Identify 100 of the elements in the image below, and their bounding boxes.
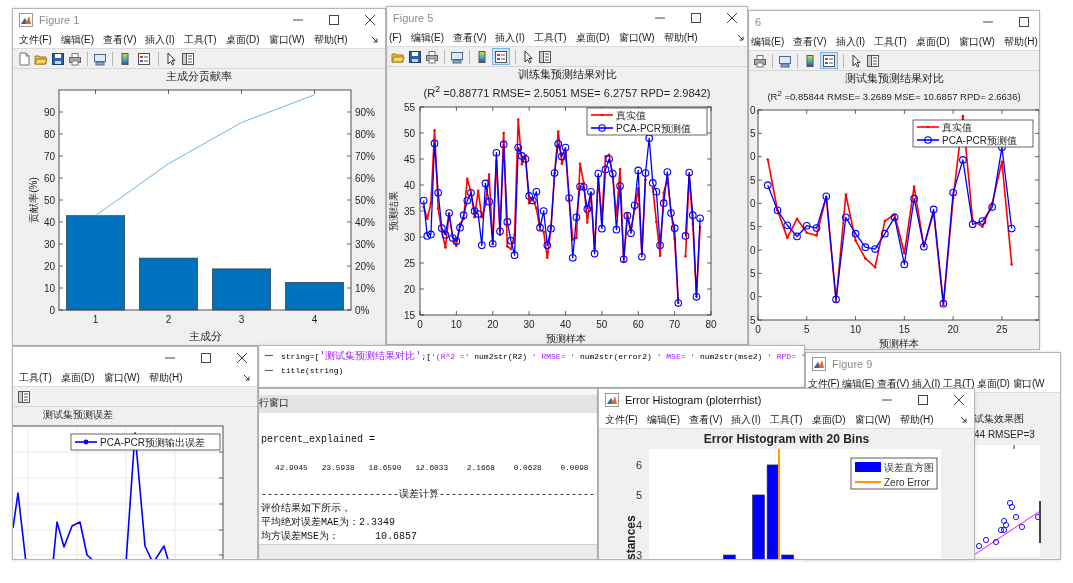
menu-item[interactable]: 文件(F) bbox=[19, 32, 52, 47]
axis-label: 主成分 bbox=[188, 330, 222, 342]
plot-title: Error Histogram with 20 Bins bbox=[702, 431, 871, 448]
axis-label: stances bbox=[624, 515, 638, 559]
tick-label: 80 bbox=[43, 128, 55, 140]
tick-label: 5 bbox=[750, 128, 756, 139]
menu-item[interactable]: (F) bbox=[389, 32, 402, 43]
menu-item[interactable]: 窗口(W) bbox=[618, 30, 655, 45]
tick-label: 30 bbox=[403, 231, 415, 243]
tick-label: 60 bbox=[632, 318, 644, 330]
menu-item[interactable]: 帮助(H) bbox=[899, 412, 934, 427]
tick-label: 50 bbox=[43, 194, 55, 206]
legend-label: Zero Error bbox=[884, 476, 930, 488]
menu-item[interactable]: 文件(F) bbox=[808, 376, 840, 391]
tick-label: 30% bbox=[355, 238, 375, 250]
legend-label: PCA-PCR预测值 bbox=[942, 134, 1017, 146]
tick-label: 0 bbox=[750, 291, 756, 303]
plot-subtitle: 44 RMSEP=3 bbox=[974, 428, 1036, 442]
tick-label: 3 bbox=[238, 314, 245, 325]
tick-label: 0 bbox=[750, 104, 756, 116]
menu-item[interactable]: 桌面(D) bbox=[60, 370, 95, 385]
menu-item[interactable]: 桌面(D) bbox=[811, 412, 846, 427]
console-output-line: -----------------------误差计算-------------------------- bbox=[261, 488, 597, 502]
menu-item[interactable]: 工具(T) bbox=[19, 370, 52, 385]
menu-item[interactable]: 窗口(W) bbox=[268, 32, 305, 47]
window-title: 6 bbox=[755, 16, 762, 28]
menu-item[interactable]: 文件(F) bbox=[605, 412, 638, 427]
menu-item[interactable]: 帮助(H) bbox=[663, 30, 698, 45]
tick-label: 5 bbox=[750, 268, 756, 279]
menu-item[interactable]: 窗口(W) bbox=[103, 370, 140, 385]
menu-item[interactable]: 桌面(D) bbox=[915, 34, 950, 49]
window-title: Figure 9 bbox=[832, 358, 873, 370]
tick-label: 3 bbox=[635, 549, 642, 559]
tick-label: 10 bbox=[850, 324, 862, 336]
menu-item[interactable]: 查看(V) bbox=[689, 412, 723, 427]
tick-label: 1 bbox=[92, 314, 99, 325]
axis-label: 预测样本 bbox=[545, 332, 586, 344]
axis-label: 预测结果 bbox=[388, 190, 399, 231]
menu-item[interactable]: 帮助(H) bbox=[1003, 34, 1038, 49]
console-output-line: 评价结果如下所示， bbox=[261, 502, 352, 516]
legend-label: 误差直方图 bbox=[884, 462, 934, 473]
menu-item[interactable]: 窗口(W bbox=[1012, 376, 1045, 391]
window-title: Error Histogram (ploterrhist) bbox=[625, 394, 762, 406]
tick-label: 0 bbox=[755, 324, 761, 336]
menu-item[interactable]: 插入(I) bbox=[145, 32, 175, 47]
tick-label: 55 bbox=[403, 101, 415, 113]
tick-label: 35 bbox=[403, 205, 415, 217]
console-output-line: 平均绝对误差MAE为：2.3349 bbox=[261, 516, 396, 530]
axis-label: 预测样本 bbox=[878, 338, 919, 349]
tick-label: 25 bbox=[996, 324, 1008, 336]
menu-item[interactable]: 帮助(H) bbox=[148, 370, 183, 385]
menu-item[interactable]: 编辑(E) bbox=[751, 34, 785, 49]
menu-item[interactable]: 工具(T) bbox=[533, 30, 567, 45]
menu-item[interactable]: 查看(V) bbox=[453, 30, 487, 45]
tick-label: 50 bbox=[596, 318, 608, 330]
menu-item[interactable]: 编辑(E) bbox=[60, 32, 95, 47]
menu-item[interactable]: 窗口(W) bbox=[854, 412, 891, 427]
menu-item[interactable]: 编辑(E) bbox=[646, 412, 681, 427]
plot-subtitle: (R$^{2}$ =0.85844 RMSE= 3.2689 MSE= 10.6857 RPD= 2.6636) bbox=[766, 88, 1022, 105]
tick-label: 0 bbox=[49, 304, 55, 316]
tick-label: 15 bbox=[898, 324, 910, 336]
console-output-line: percent_explained = bbox=[261, 433, 377, 447]
tick-label: 6 bbox=[635, 458, 642, 471]
menu-item[interactable]: 插入(I) bbox=[835, 34, 866, 49]
tick-label: 40% bbox=[355, 216, 375, 228]
tick-label: 5 bbox=[804, 324, 810, 336]
console-output-line: 均方误差MSE为： 10.6857 bbox=[261, 530, 418, 544]
plot-title: 训练集预测结果对比 bbox=[516, 67, 618, 82]
tick-label: 90% bbox=[355, 106, 375, 118]
menu-item[interactable]: 查看(V) bbox=[793, 34, 827, 49]
menu-item[interactable]: 工具(T) bbox=[769, 412, 803, 427]
tick-label: 0% bbox=[355, 304, 370, 316]
plot-title: 测试集预测误差 bbox=[42, 408, 114, 422]
menu-item[interactable]: 查看(V) bbox=[103, 32, 137, 47]
menu-item[interactable]: 编辑(E) bbox=[410, 30, 445, 45]
code-line: title(string) bbox=[281, 366, 344, 375]
menu-item[interactable]: 插入(I) bbox=[495, 30, 525, 45]
tick-label: 70 bbox=[669, 318, 681, 330]
window-title: Figure 5 bbox=[393, 12, 434, 24]
window-title: Figure 1 bbox=[39, 14, 80, 26]
menu-item[interactable]: 桌面(D) bbox=[575, 30, 610, 45]
menu-item[interactable]: 窗口(W) bbox=[958, 34, 995, 49]
tick-label: 30 bbox=[523, 318, 535, 330]
tick-label: 4 bbox=[635, 518, 642, 531]
tick-label: 20 bbox=[43, 260, 55, 272]
tick-label: 80 bbox=[705, 318, 717, 330]
menu-item[interactable]: 工具(T) bbox=[874, 34, 907, 49]
plot-title: 试集效果图 bbox=[974, 412, 1025, 426]
menu-item[interactable]: 查看(V) bbox=[877, 376, 909, 391]
tick-label: 60% bbox=[355, 172, 375, 184]
menu-item[interactable]: 工具(T) bbox=[183, 32, 217, 47]
menu-item[interactable]: 桌面(D) bbox=[977, 376, 1010, 391]
tick-label: 5 bbox=[750, 174, 756, 186]
code-line: string=['测试集预测结果对比';['(R^2 =' num2str(R2) ' RMSE= ' num2str(error2) ' MSE= ' num2str(mse2) ' RPD= ' bbox=[281, 349, 804, 363]
menu-item[interactable]: 帮助(H) bbox=[313, 32, 348, 47]
tick-label: 4 bbox=[311, 314, 318, 325]
tick-label: 20 bbox=[487, 318, 499, 330]
menu-item[interactable]: 插入(I) bbox=[731, 412, 761, 427]
menu-item[interactable]: 桌面(D) bbox=[225, 32, 260, 47]
tick-label: 60 bbox=[43, 172, 55, 184]
